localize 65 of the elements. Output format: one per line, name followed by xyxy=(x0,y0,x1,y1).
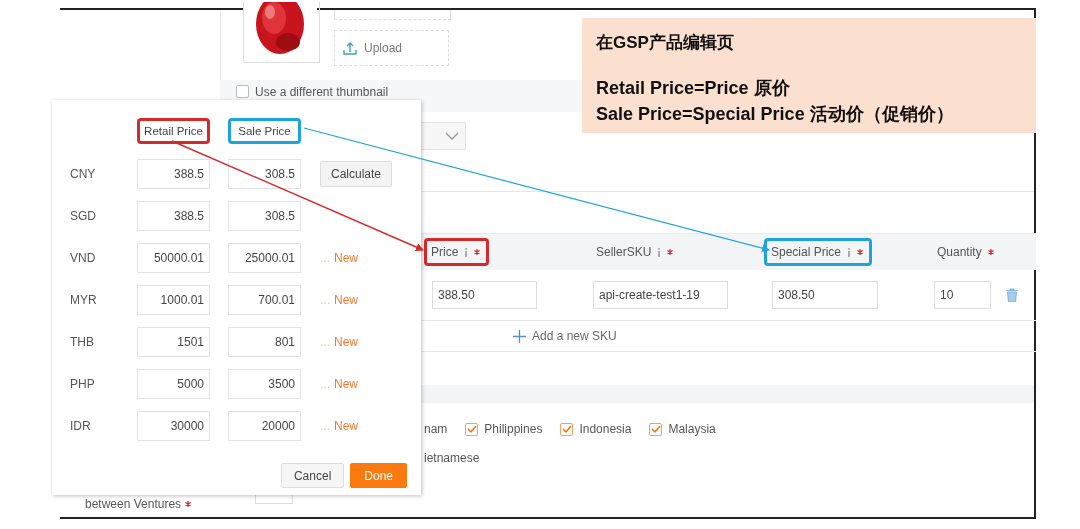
add-sku-link[interactable]: Add a new SKU xyxy=(513,329,617,343)
column-header: SellerSKU xyxy=(585,238,685,266)
ellipsis-text: ... xyxy=(320,251,330,265)
note-line: Retail Price=Price 原价 xyxy=(596,77,791,100)
price-input[interactable]: 25000.01 xyxy=(228,243,301,273)
price-input[interactable]: 388.5 xyxy=(137,159,210,189)
price-input[interactable]: 1000.01 xyxy=(137,285,210,315)
calculate-button[interactable]: Calculate xyxy=(320,161,393,187)
column-header: Sale Price xyxy=(228,118,301,144)
checkbox-label: nam xyxy=(424,422,448,436)
checkbox-label: Indonesia xyxy=(579,422,632,436)
trash-icon[interactable] xyxy=(1006,288,1018,302)
price-input[interactable]: 30000 xyxy=(137,411,210,441)
note-line: Sale Price=Special Price 活动价（促销价） xyxy=(596,103,955,126)
note-heading: 在GSP产品编辑页 xyxy=(596,32,735,54)
column-header: Price xyxy=(424,238,490,266)
column-header: Retail Price xyxy=(137,118,210,144)
ellipsis-text: ... xyxy=(320,419,330,433)
checkbox[interactable] xyxy=(465,422,479,436)
price-input[interactable]: 3500 xyxy=(228,369,301,399)
chevron-icon xyxy=(445,132,459,140)
table-input[interactable]: 10 xyxy=(934,281,991,309)
price-input[interactable]: 308.5 xyxy=(228,201,301,231)
field-label: between Ventures xyxy=(85,497,182,511)
currency-label: IDR xyxy=(70,419,92,433)
info-icon xyxy=(464,247,469,257)
required-icon xyxy=(857,249,864,255)
column-header: Quantity xyxy=(926,238,1005,266)
required-icon xyxy=(987,249,994,255)
checkbox[interactable] xyxy=(649,422,663,436)
ellipsis-text: ... xyxy=(320,335,330,349)
currency-label: MYR xyxy=(70,293,98,307)
upload-button[interactable]: Upload xyxy=(334,30,449,66)
checkbox-label: Philippines xyxy=(484,422,543,436)
currency-label: CNY xyxy=(70,167,97,181)
table-input[interactable]: 388.50 xyxy=(432,281,537,309)
price-input[interactable]: 700.01 xyxy=(228,285,301,315)
plus-icon xyxy=(513,329,526,343)
currency-label: SGD xyxy=(70,209,97,223)
checkbox[interactable] xyxy=(560,422,574,436)
price-input[interactable]: 5000 xyxy=(137,369,210,399)
price-input[interactable]: 388.5 xyxy=(137,201,210,231)
info-icon xyxy=(657,247,662,257)
ellipsis-text: ... xyxy=(320,377,330,391)
currency-label: THB xyxy=(70,335,95,349)
checkbox-label: Use a different thumbnail xyxy=(255,85,389,99)
price-input[interactable]: 20000 xyxy=(228,411,301,441)
info-icon xyxy=(847,247,852,257)
required-icon xyxy=(667,249,674,255)
currency-label: PHP xyxy=(70,377,96,391)
price-input[interactable]: 1501 xyxy=(137,327,210,357)
checkbox[interactable] xyxy=(236,85,249,98)
column-header: Special Price xyxy=(764,238,873,266)
price-input[interactable]: 801 xyxy=(228,327,301,357)
currency-label: VND xyxy=(70,251,97,265)
required-icon xyxy=(474,249,481,255)
price-input[interactable]: 308.5 xyxy=(228,159,301,189)
ellipsis-text: ... xyxy=(320,293,330,307)
cancel-button[interactable]: Cancel xyxy=(280,463,345,488)
upload-icon xyxy=(343,41,357,55)
language-text: ietnamese xyxy=(424,451,480,465)
table-input[interactable]: 308.50 xyxy=(772,281,878,309)
checkbox-label: Malaysia xyxy=(668,422,716,436)
table-input[interactable]: api-create-test1-19 xyxy=(593,281,728,309)
price-input[interactable]: 50000.01 xyxy=(137,243,210,273)
